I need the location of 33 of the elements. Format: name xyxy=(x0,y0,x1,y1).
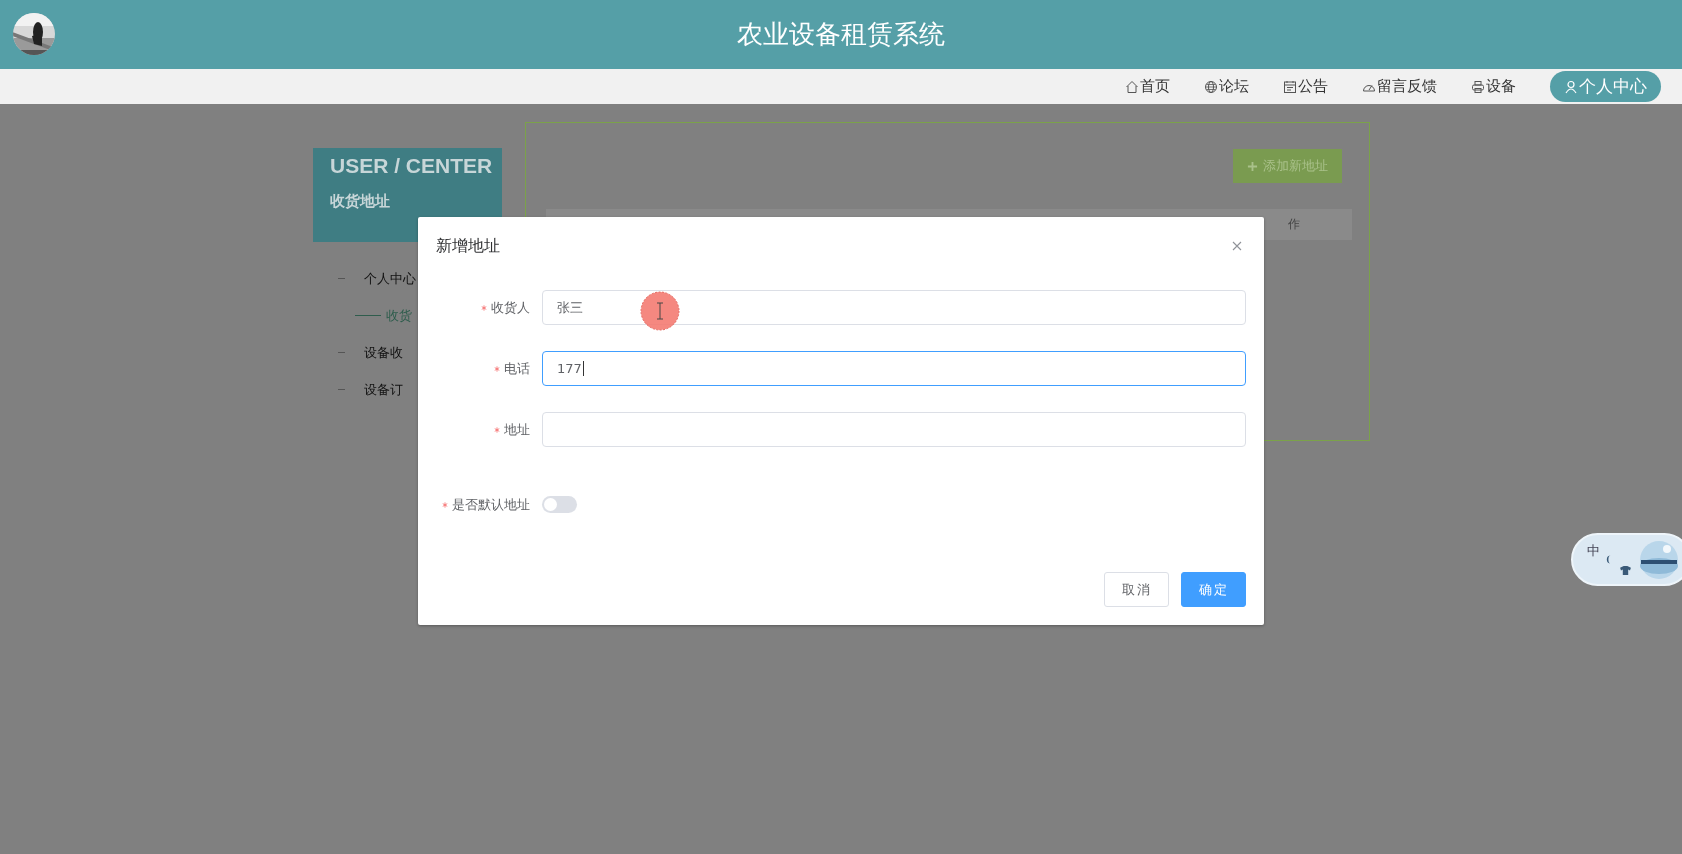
field-label: 地址 xyxy=(504,420,530,439)
click-indicator-icon xyxy=(640,291,680,331)
nav-link[interactable]: 首页 xyxy=(1125,77,1170,96)
input-field[interactable]: 张三 xyxy=(542,290,1246,325)
input-field[interactable] xyxy=(542,412,1246,447)
home-icon xyxy=(1125,79,1139,94)
globe-icon xyxy=(1204,79,1218,94)
plus-icon xyxy=(1247,160,1258,172)
ime-toolbar[interactable]: 中 xyxy=(1571,533,1682,586)
close-icon[interactable] xyxy=(1232,240,1244,253)
field-label: 电话 xyxy=(504,359,530,378)
field-label: 是否默认地址 xyxy=(452,495,530,514)
site-title: 农业设备租赁系统 xyxy=(737,18,945,51)
sidebar-item[interactable]: 设备收 xyxy=(313,334,502,371)
sidebar-item[interactable]: 个人中心 xyxy=(313,260,502,297)
toggle-switch[interactable] xyxy=(542,496,577,513)
column-header: 作 xyxy=(1288,216,1300,233)
nav-link[interactable]: 论坛 xyxy=(1204,77,1249,96)
nav-link[interactable]: 设备 xyxy=(1471,77,1516,96)
nav-link[interactable]: 公告 xyxy=(1283,77,1328,96)
dialog-title: 新增地址 xyxy=(436,236,500,257)
printer-icon xyxy=(1471,79,1485,94)
field-label: 收货人 xyxy=(491,298,530,317)
ime-mode-label: 中 xyxy=(1587,542,1600,560)
user-icon xyxy=(1564,79,1578,94)
section-subtitle: 收货地址 xyxy=(330,192,391,211)
cancel-button[interactable]: 取消 xyxy=(1104,572,1169,607)
section-title: USER / CENTER xyxy=(330,154,493,178)
nav-link[interactable]: 留言反馈 xyxy=(1362,77,1437,96)
input-field[interactable]: 177 xyxy=(542,351,1246,386)
sidebar-item[interactable]: 设备订 xyxy=(313,371,502,408)
calendar-icon xyxy=(1283,79,1297,94)
shirt-icon xyxy=(1620,566,1631,575)
